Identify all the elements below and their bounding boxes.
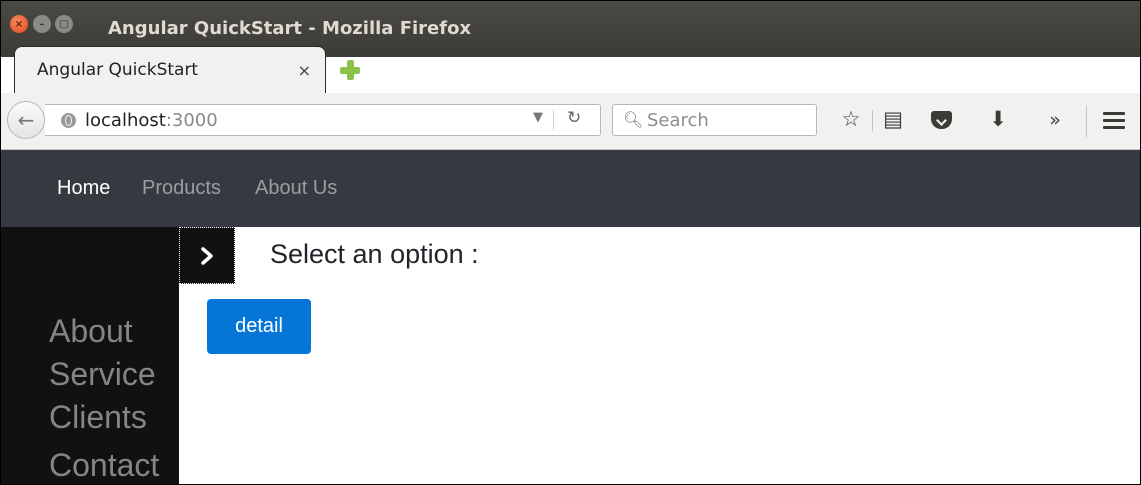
- toolbar-divider: [1086, 105, 1087, 137]
- reading-list-icon[interactable]: ▤: [879, 107, 907, 131]
- window-maximize-button[interactable]: □: [55, 15, 73, 33]
- select-option-label: Select an option :: [270, 239, 479, 269]
- detail-button[interactable]: detail: [207, 299, 311, 354]
- toolbar-divider: [872, 110, 873, 132]
- reload-icon[interactable]: ↻: [567, 108, 581, 128]
- tab-title: Angular QuickStart: [37, 60, 199, 80]
- search-placeholder: Search: [647, 110, 709, 131]
- sidebar-item-about[interactable]: About: [49, 313, 133, 350]
- minimize-icon: –: [39, 18, 45, 30]
- pocket-icon[interactable]: [931, 111, 952, 129]
- sidebar: About Service Clients Contact: [1, 227, 179, 484]
- search-input[interactable]: 🔍︎ Search: [612, 104, 817, 136]
- url-bar[interactable]: localhost:3000 ▼ ↻: [45, 104, 601, 136]
- url-port: :3000: [165, 110, 218, 131]
- globe-icon: [61, 113, 76, 128]
- nav-home-link[interactable]: Home: [57, 177, 110, 200]
- search-icon: 🔍︎: [623, 110, 644, 129]
- nav-products-link[interactable]: Products: [142, 177, 221, 200]
- sidebar-item-contact[interactable]: Contact: [49, 447, 159, 484]
- maximize-icon: □: [59, 18, 69, 30]
- browser-window: × – □ Angular QuickStart - Mozilla Firef…: [0, 0, 1141, 485]
- dropdown-icon[interactable]: ▼: [533, 110, 543, 125]
- nav-about-us-link[interactable]: About Us: [255, 177, 337, 200]
- app-navbar: Home Products About Us: [1, 150, 1140, 227]
- url-text[interactable]: localhost:3000: [85, 110, 218, 131]
- new-tab-icon[interactable]: [339, 59, 361, 81]
- tab-close-icon[interactable]: ×: [298, 61, 311, 80]
- window-title: Angular QuickStart - Mozilla Firefox: [108, 18, 472, 39]
- sidebar-toggle-button[interactable]: [179, 227, 235, 284]
- sidebar-item-clients[interactable]: Clients: [49, 399, 147, 436]
- window-close-button[interactable]: ×: [10, 15, 28, 33]
- sidebar-item-service[interactable]: Service: [49, 356, 156, 393]
- bookmark-star-icon[interactable]: ☆: [837, 107, 865, 131]
- overflow-icon[interactable]: »: [1041, 109, 1069, 131]
- browser-tab[interactable]: Angular QuickStart ×: [15, 47, 325, 93]
- url-divider: [553, 110, 554, 130]
- download-icon[interactable]: ⬇: [984, 107, 1012, 131]
- menu-icon[interactable]: [1103, 112, 1125, 130]
- navigation-toolbar: localhost:3000 ▼ ↻ ← 🔍︎ Search ☆ ▤ ⬇ »: [1, 93, 1140, 150]
- close-icon: ×: [14, 18, 24, 30]
- chevron-right-icon: [201, 246, 213, 265]
- window-minimize-button[interactable]: –: [33, 15, 51, 33]
- back-icon: ←: [17, 108, 35, 132]
- url-host: localhost: [85, 110, 166, 131]
- back-button[interactable]: ←: [7, 101, 45, 139]
